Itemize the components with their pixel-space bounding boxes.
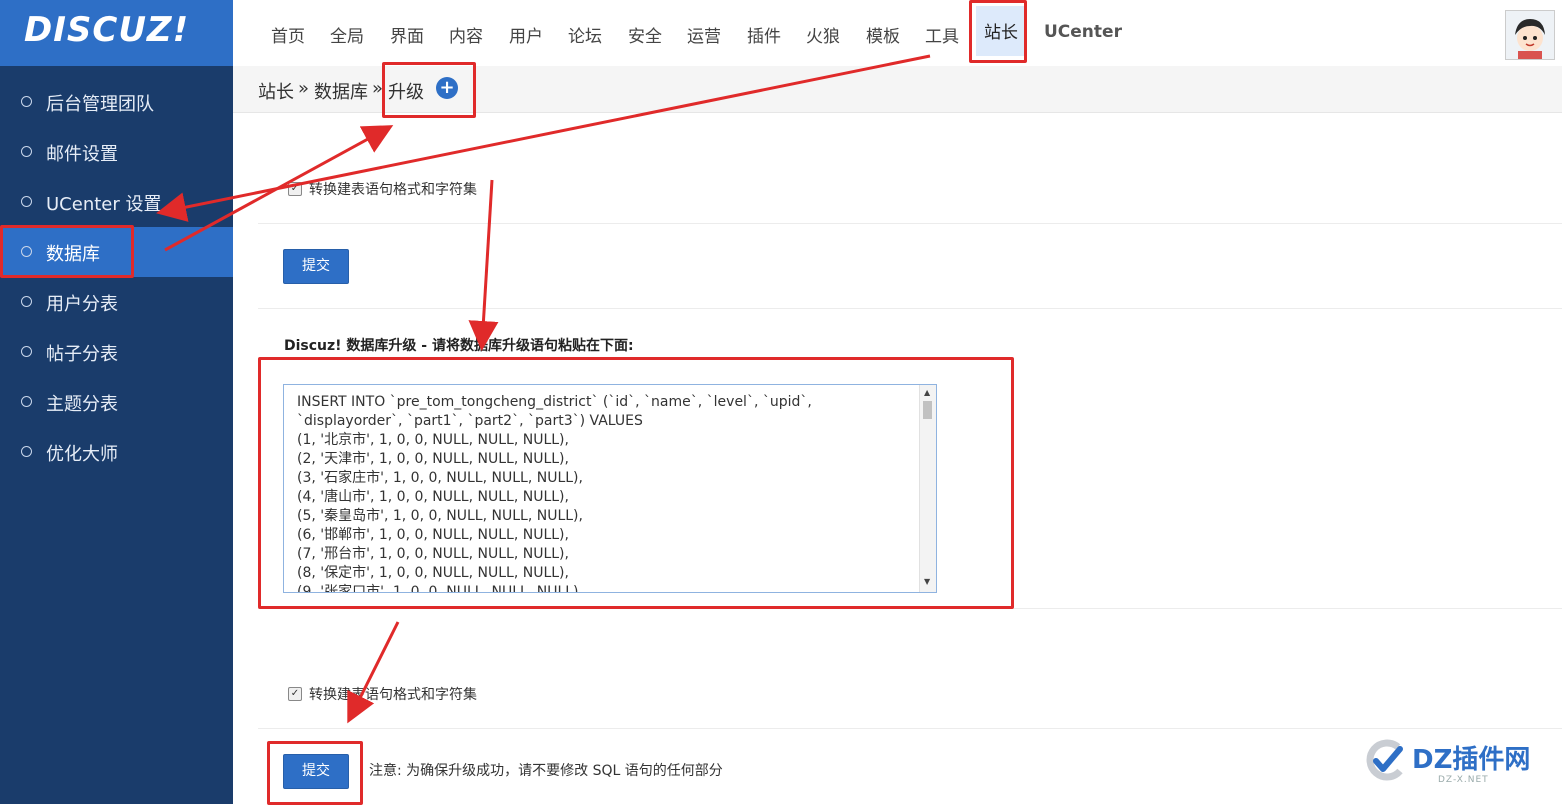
- watermark-text: DZ插件网: [1412, 745, 1531, 775]
- watermark-sub: DZ-X.NET: [1438, 775, 1489, 785]
- annotation-arrows: [156, 54, 931, 724]
- watermark-logo-icon: [1366, 739, 1403, 781]
- arrow-to-bottom-checkbox: [347, 621, 400, 724]
- watermark: DZ插件网 DZ-X.NET: [1360, 735, 1560, 795]
- arrow-to-sql-title: [468, 179, 499, 351]
- arrow-database-to-breadcrumb: [164, 125, 394, 252]
